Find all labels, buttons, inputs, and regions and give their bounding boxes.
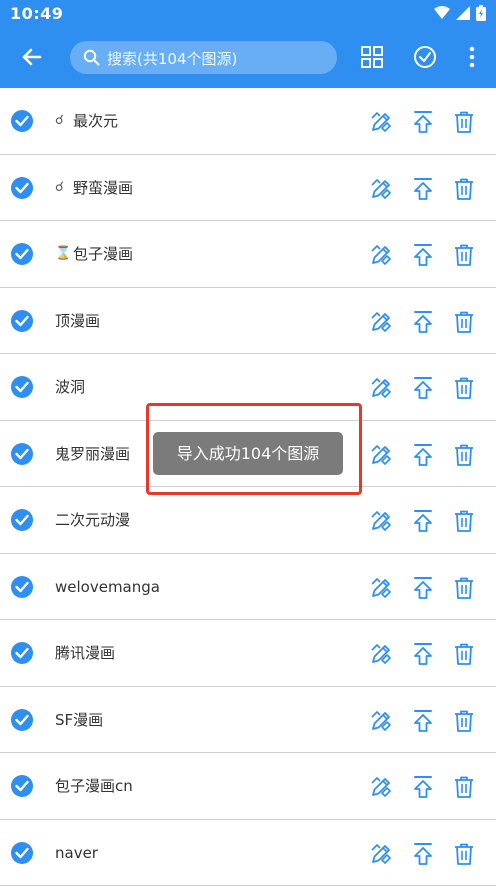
system-icons [434, 5, 486, 21]
source-row[interactable]: welovemanga [0, 554, 496, 621]
edit-icon[interactable] [368, 508, 394, 534]
checked-icon[interactable] [11, 509, 33, 531]
source-name: 野蛮漫画 [73, 155, 133, 221]
toast-message: 导入成功104个图源 [153, 432, 343, 475]
move-to-top-icon[interactable] [410, 375, 436, 401]
source-name: 包子漫画cn [55, 753, 133, 819]
delete-icon[interactable] [451, 176, 477, 202]
move-to-top-icon[interactable] [410, 508, 436, 534]
status-time: 10:49 [10, 4, 63, 23]
delete-icon[interactable] [451, 708, 477, 734]
back-arrow-icon[interactable] [16, 41, 48, 73]
checked-icon[interactable] [11, 177, 33, 199]
delete-icon[interactable] [451, 508, 477, 534]
delete-icon[interactable] [451, 375, 477, 401]
search-icon [83, 49, 100, 66]
signal-icon [456, 6, 470, 20]
checked-icon[interactable] [11, 243, 33, 265]
delete-icon[interactable] [451, 575, 477, 601]
checked-icon[interactable] [11, 842, 33, 864]
move-to-top-icon[interactable] [410, 641, 436, 667]
source-row[interactable]: 包子漫画 ⌛ [0, 221, 496, 288]
source-row[interactable]: 腾讯漫画 [0, 620, 496, 687]
grid-view-icon[interactable] [358, 43, 386, 71]
source-row[interactable]: 野蛮漫画 ☌ [0, 155, 496, 222]
search-input[interactable]: 搜索(共104个图源) [70, 41, 337, 74]
edit-icon[interactable] [368, 242, 394, 268]
source-name: naver [55, 820, 98, 886]
source-row[interactable]: 最次元 ☌ [0, 88, 496, 155]
edit-icon[interactable] [368, 309, 394, 335]
checked-icon[interactable] [11, 310, 33, 332]
source-name: 最次元 [73, 88, 118, 154]
move-to-top-icon[interactable] [410, 708, 436, 734]
delete-icon[interactable] [451, 109, 477, 135]
source-name: 顶漫画 [55, 288, 100, 354]
checked-icon[interactable] [11, 775, 33, 797]
source-glyph: ☌ [55, 155, 64, 221]
edit-icon[interactable] [368, 774, 394, 800]
source-name: 鬼罗丽漫画 [55, 421, 130, 487]
source-name: 二次元动漫 [55, 487, 130, 553]
source-row[interactable]: 包子漫画cn [0, 753, 496, 820]
delete-icon[interactable] [451, 641, 477, 667]
edit-icon[interactable] [368, 641, 394, 667]
source-name: 腾讯漫画 [55, 620, 115, 686]
battery-icon [476, 5, 486, 21]
checked-icon[interactable] [11, 376, 33, 398]
source-row[interactable]: naver [0, 820, 496, 886]
checked-icon[interactable] [11, 709, 33, 731]
move-to-top-icon[interactable] [410, 309, 436, 335]
source-row[interactable]: 二次元动漫 [0, 487, 496, 554]
delete-icon[interactable] [451, 442, 477, 468]
checked-icon[interactable] [11, 642, 33, 664]
move-to-top-icon[interactable] [410, 176, 436, 202]
source-glyph: ⌛ [55, 221, 71, 287]
toolbar: 搜索(共104个图源) [0, 28, 496, 88]
delete-icon[interactable] [451, 309, 477, 335]
source-row[interactable]: 顶漫画 [0, 288, 496, 355]
select-all-check-icon[interactable] [411, 43, 439, 71]
edit-icon[interactable] [368, 176, 394, 202]
edit-icon[interactable] [368, 375, 394, 401]
edit-icon[interactable] [368, 442, 394, 468]
move-to-top-icon[interactable] [410, 841, 436, 867]
source-glyph: ☌ [55, 88, 64, 154]
checked-icon[interactable] [11, 443, 33, 465]
more-options-icon[interactable] [458, 43, 486, 71]
edit-icon[interactable] [368, 708, 394, 734]
move-to-top-icon[interactable] [410, 109, 436, 135]
source-name: SF漫画 [55, 687, 103, 753]
search-placeholder: 搜索(共104个图源) [107, 48, 237, 69]
edit-icon[interactable] [368, 109, 394, 135]
delete-icon[interactable] [451, 774, 477, 800]
checked-icon[interactable] [11, 576, 33, 598]
status-bar: 10:49 [0, 0, 496, 28]
edit-icon[interactable] [368, 841, 394, 867]
source-row[interactable]: SF漫画 [0, 687, 496, 754]
source-name: welovemanga [55, 554, 160, 620]
app-bar: 10:49 搜索(共104个图源) [0, 0, 496, 88]
edit-icon[interactable] [368, 575, 394, 601]
move-to-top-icon[interactable] [410, 774, 436, 800]
move-to-top-icon[interactable] [410, 442, 436, 468]
source-name: 波洞 [55, 354, 85, 420]
checked-icon[interactable] [11, 110, 33, 132]
delete-icon[interactable] [451, 242, 477, 268]
move-to-top-icon[interactable] [410, 242, 436, 268]
wifi-icon [434, 6, 450, 20]
move-to-top-icon[interactable] [410, 575, 436, 601]
source-name: 包子漫画 [73, 221, 133, 287]
delete-icon[interactable] [451, 841, 477, 867]
